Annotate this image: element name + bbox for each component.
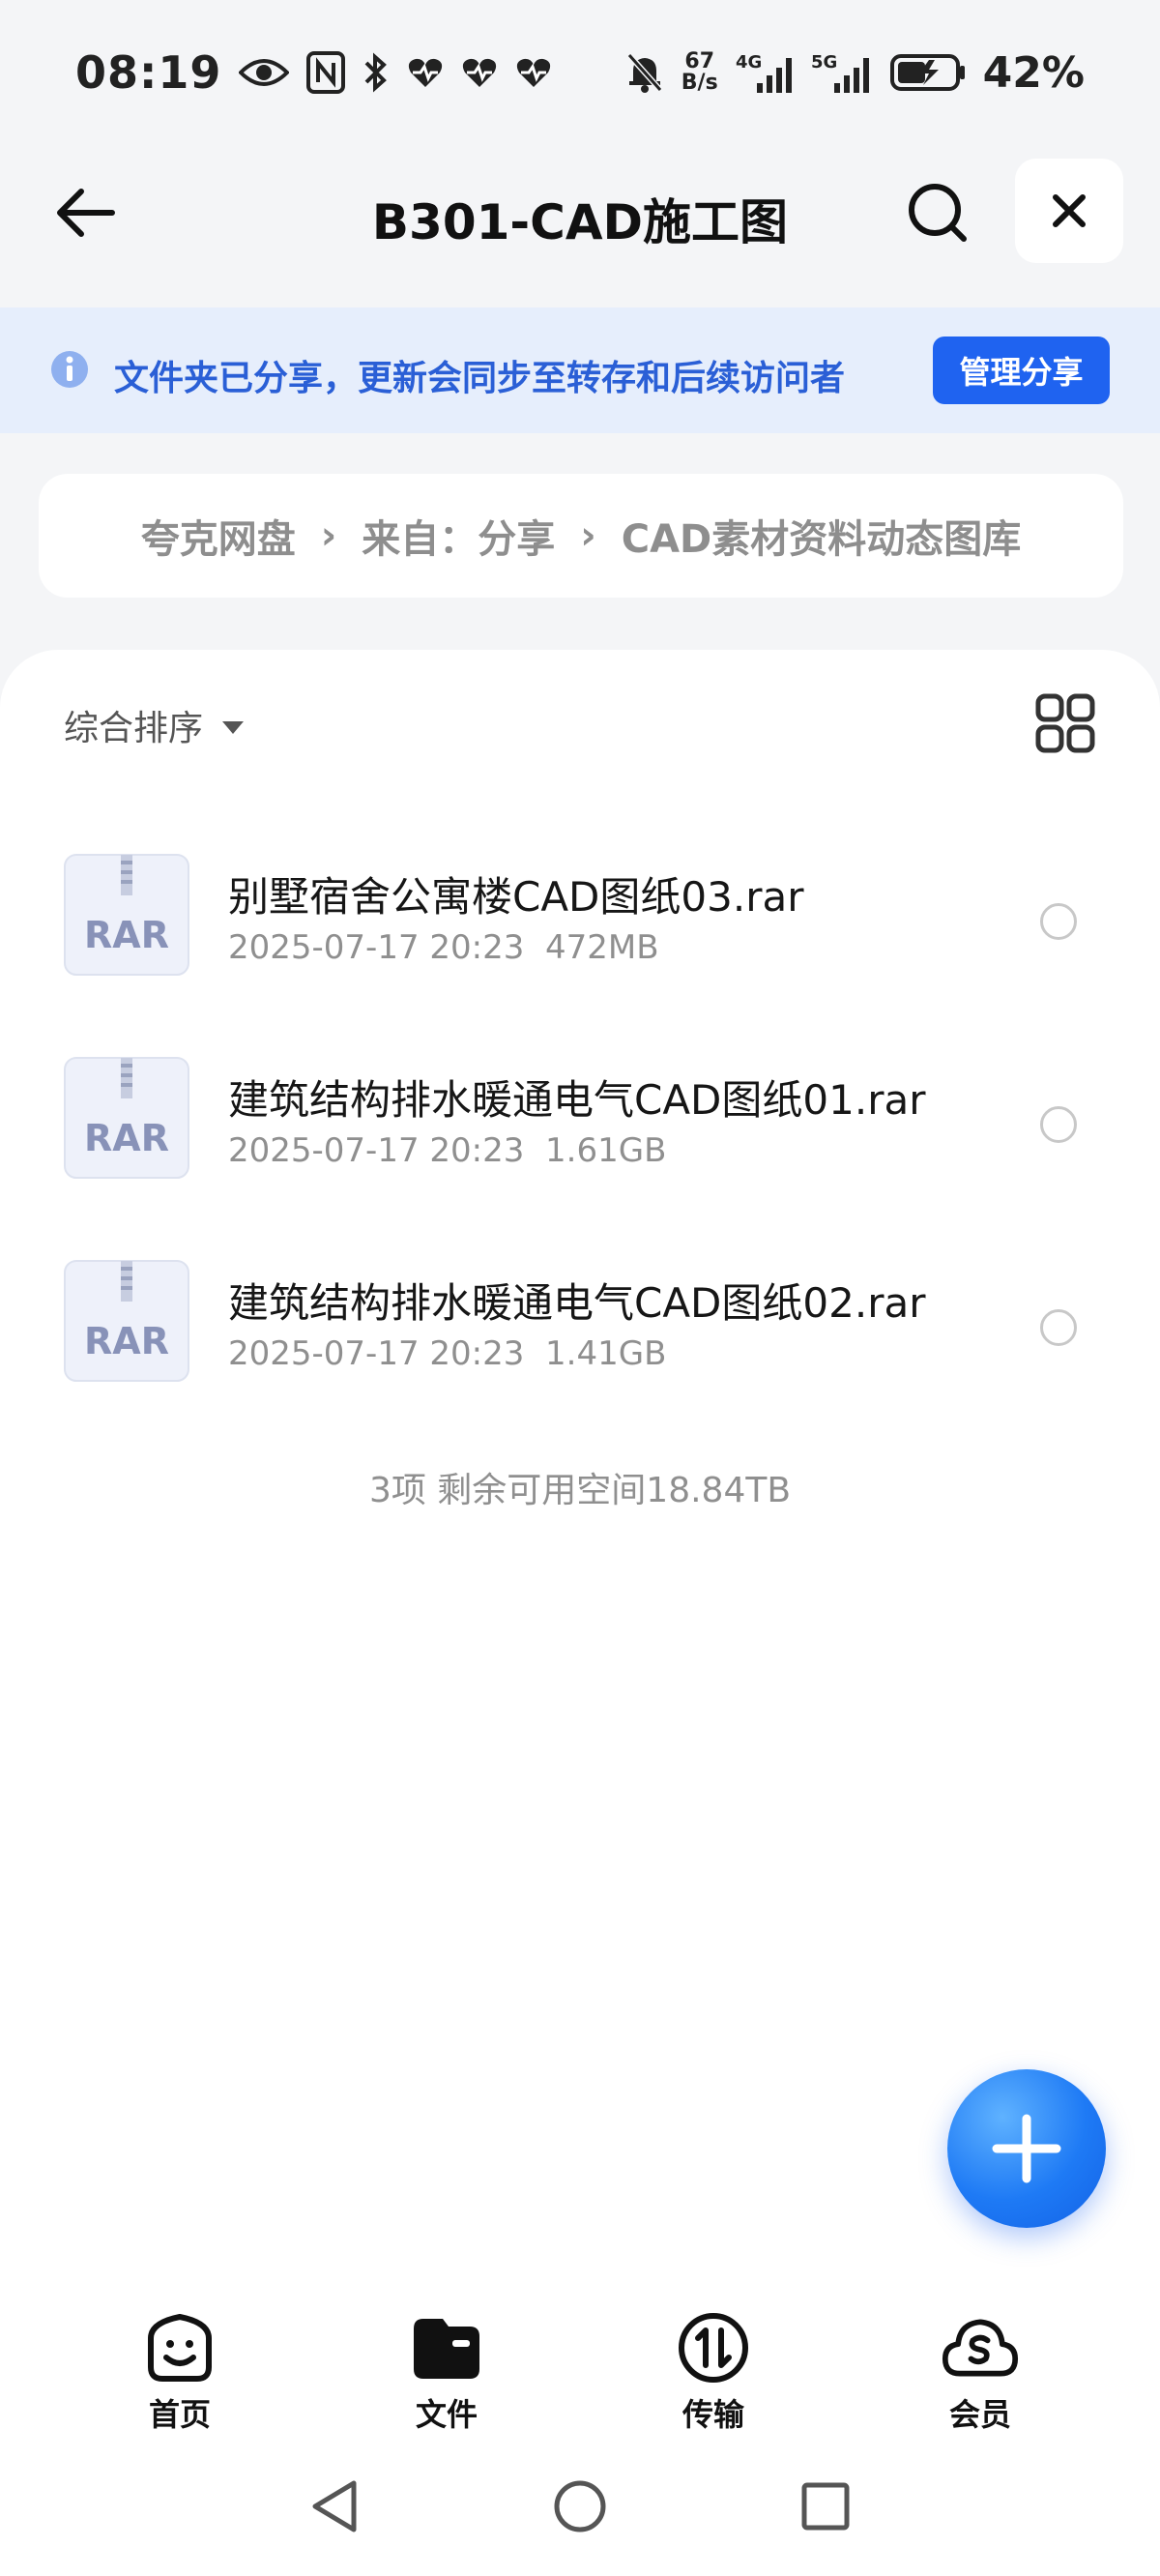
svg-text:RAR: RAR xyxy=(84,914,169,956)
plus-icon xyxy=(992,2114,1061,2183)
cloud-member-icon xyxy=(942,2309,1019,2386)
battery-charging-icon xyxy=(889,52,966,93)
file-size: 1.41GB xyxy=(545,1334,667,1373)
share-notice-text: 文件夹已分享，更新会同步至转存和后续访问者 xyxy=(114,359,846,398)
breadcrumb-item-root[interactable]: 夸克网盘 xyxy=(141,508,296,564)
svg-text:5G: 5G xyxy=(811,52,837,73)
nav-item-member[interactable]: 会员 xyxy=(903,2309,1058,2435)
info-icon xyxy=(51,351,88,388)
rar-archive-icon: RAR xyxy=(64,854,189,976)
nav-label: 首页 xyxy=(148,2396,211,2433)
svg-text:4G: 4G xyxy=(736,52,762,73)
heart-rate-icon xyxy=(407,56,444,89)
square-recents-icon xyxy=(801,2482,850,2531)
rar-archive-icon: RAR xyxy=(64,1260,189,1382)
file-name: 建筑结构排水暖通电气CAD图纸01.rar xyxy=(228,1076,926,1124)
transfer-icon xyxy=(675,2309,752,2386)
file-meta: 2025-07-17 20:23 1.61GB xyxy=(228,1131,666,1170)
chevron-right-icon: › xyxy=(580,513,596,558)
breadcrumb-item-current: CAD素材资料动态图库 xyxy=(621,517,1022,562)
share-notice-banner: 文件夹已分享，更新会同步至转存和后续访问者 管理分享 xyxy=(0,307,1160,433)
file-row[interactable]: RAR 建筑结构排水暖通电气CAD图纸01.rar 2025-07-17 20:… xyxy=(0,1027,1160,1191)
status-right: 67 B/s 4G 5G 42% xyxy=(625,48,1085,98)
file-meta: 2025-07-17 20:23 1.41GB xyxy=(228,1334,666,1373)
nav-label: 文件 xyxy=(415,2396,478,2433)
nfc-icon xyxy=(306,51,346,94)
close-button[interactable] xyxy=(1015,159,1123,263)
file-list-panel: 综合排序 RAR 别墅宿舍公寓楼CAD图纸03.rar 2025-07-17 2… xyxy=(0,650,1160,2294)
manage-share-button[interactable]: 管理分享 xyxy=(933,337,1110,404)
network-speed-unit: B/s xyxy=(681,71,718,95)
file-size: 472MB xyxy=(545,928,659,967)
bell-muted-icon xyxy=(625,51,664,94)
bottom-nav: 首页 文件 传输 会员 xyxy=(0,2294,1160,2439)
file-name: 别墅宿舍公寓楼CAD图纸03.rar xyxy=(228,873,804,921)
battery-percent: 42% xyxy=(982,47,1085,98)
screen: 08:19 67 B/s 4G 5G 42% B301-CAD施工图 文件夹已分… xyxy=(0,0,1160,2576)
folder-icon xyxy=(408,2309,485,2386)
caret-down-icon xyxy=(222,720,245,734)
network-speed-value: 67 xyxy=(684,49,715,73)
file-date: 2025-07-17 20:23 xyxy=(228,928,525,967)
sort-label: 综合排序 xyxy=(64,709,204,748)
header: B301-CAD施工图 xyxy=(0,145,1160,280)
breadcrumb: 夸克网盘 › 来自：分享 › CAD素材资料动态图库 xyxy=(39,474,1123,598)
add-button[interactable] xyxy=(947,2069,1106,2228)
svg-text:RAR: RAR xyxy=(84,1117,169,1159)
nav-item-home[interactable]: 首页 xyxy=(102,2309,257,2435)
heart-rate-icon xyxy=(461,56,498,89)
file-meta: 2025-07-17 20:23 472MB xyxy=(228,928,659,967)
eye-icon xyxy=(239,53,290,92)
system-back-button[interactable] xyxy=(296,2468,373,2545)
search-icon xyxy=(909,184,967,242)
status-time: 08:19 xyxy=(75,46,222,99)
circle-home-icon xyxy=(554,2480,606,2532)
heart-rate-icon xyxy=(515,56,552,89)
file-row[interactable]: RAR 别墅宿舍公寓楼CAD图纸03.rar 2025-07-17 20:23 … xyxy=(0,824,1160,988)
nav-item-transfer[interactable]: 传输 xyxy=(636,2309,791,2435)
sort-dropdown[interactable]: 综合排序 xyxy=(64,700,245,750)
storage-summary: 3项 剩余可用空间18.84TB xyxy=(368,1471,792,1510)
file-row[interactable]: RAR 建筑结构排水暖通电气CAD图纸02.rar 2025-07-17 20:… xyxy=(0,1230,1160,1394)
page-title: B301-CAD施工图 xyxy=(371,194,789,250)
breadcrumb-item-share[interactable]: 来自：分享 xyxy=(362,508,555,564)
signal-4g-icon: 4G xyxy=(736,50,794,95)
network-speed: 67 B/s xyxy=(682,51,718,94)
bluetooth-icon xyxy=(362,51,390,94)
select-radio[interactable] xyxy=(1040,1309,1077,1346)
close-icon xyxy=(1053,194,1086,227)
system-nav-bar xyxy=(0,2439,1160,2576)
select-radio[interactable] xyxy=(1040,1106,1077,1143)
file-date: 2025-07-17 20:23 xyxy=(228,1334,525,1373)
smile-home-icon xyxy=(141,2309,218,2386)
file-date: 2025-07-17 20:23 xyxy=(228,1131,525,1170)
system-recents-button[interactable] xyxy=(787,2468,864,2545)
file-name: 建筑结构排水暖通电气CAD图纸02.rar xyxy=(228,1279,926,1327)
nav-item-files[interactable]: 文件 xyxy=(369,2309,524,2435)
rar-archive-icon: RAR xyxy=(64,1057,189,1179)
nav-label: 传输 xyxy=(682,2396,744,2433)
status-bar: 08:19 67 B/s 4G 5G 42% xyxy=(0,0,1160,145)
search-button[interactable] xyxy=(899,174,976,251)
chevron-right-icon: › xyxy=(320,513,337,558)
grid-view-icon[interactable] xyxy=(1034,692,1096,754)
signal-5g-icon: 5G xyxy=(811,50,873,95)
system-home-button[interactable] xyxy=(541,2468,619,2545)
status-left: 08:19 xyxy=(75,46,552,99)
svg-text:RAR: RAR xyxy=(84,1320,169,1362)
select-radio[interactable] xyxy=(1040,903,1077,940)
file-size: 1.61GB xyxy=(545,1131,667,1170)
nav-label: 会员 xyxy=(948,2396,1011,2433)
triangle-back-icon xyxy=(312,2480,357,2532)
